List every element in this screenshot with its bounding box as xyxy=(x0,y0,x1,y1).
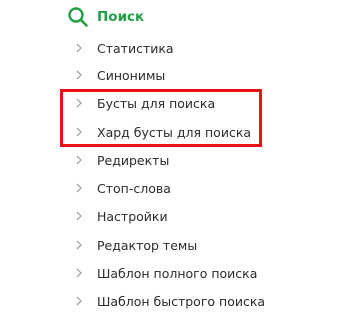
chevron-right-icon xyxy=(76,98,82,108)
search-icon xyxy=(68,7,88,27)
chevron-right-icon xyxy=(76,43,82,53)
menu-item-label: Редактор темы xyxy=(97,237,198,253)
menu-item-label: Хард бусты для поиска xyxy=(97,124,252,140)
menu-item-label: Стоп-слова xyxy=(97,180,171,196)
menu-item-hard-search-boosts[interactable]: Хард бусты для поиска xyxy=(75,121,251,143)
chevron-right-icon xyxy=(76,155,82,165)
menu-item-full-search-template[interactable]: Шаблон полного поиска xyxy=(75,262,257,284)
chevron-right-icon xyxy=(76,183,82,193)
chevron-right-icon xyxy=(76,296,82,306)
menu-item-label: Настройки xyxy=(97,208,168,224)
chevron-right-icon xyxy=(76,268,82,278)
menu-item-theme-editor[interactable]: Редактор темы xyxy=(75,234,197,256)
menu-item-label: Синонимы xyxy=(97,67,166,83)
menu-item-label: Шаблон быстрого поиска xyxy=(97,293,266,309)
menu-item-quick-search-template[interactable]: Шаблон быстрого поиска xyxy=(75,290,265,312)
chevron-right-icon xyxy=(76,240,82,250)
menu-item-search-boosts[interactable]: Бусты для поиска xyxy=(75,92,215,114)
section-title: Поиск xyxy=(97,9,145,25)
menu-item-label: Статистика xyxy=(97,40,174,56)
menu-item-synonyms[interactable]: Синонимы xyxy=(75,64,165,86)
menu-item-stop-words[interactable]: Стоп-слова xyxy=(75,177,171,199)
menu-item-label: Шаблон полного поиска xyxy=(97,265,258,281)
menu-item-redirects[interactable]: Редиректы xyxy=(75,149,169,171)
menu-item-statistics[interactable]: Статистика xyxy=(75,37,174,59)
section-header-search[interactable]: Поиск xyxy=(67,6,144,28)
chevron-right-icon xyxy=(76,211,82,221)
menu-item-label: Редиректы xyxy=(97,152,170,168)
chevron-right-icon xyxy=(76,70,82,80)
menu-item-label: Бусты для поиска xyxy=(97,95,216,111)
menu-item-settings[interactable]: Настройки xyxy=(75,205,168,227)
chevron-right-icon xyxy=(76,127,82,137)
